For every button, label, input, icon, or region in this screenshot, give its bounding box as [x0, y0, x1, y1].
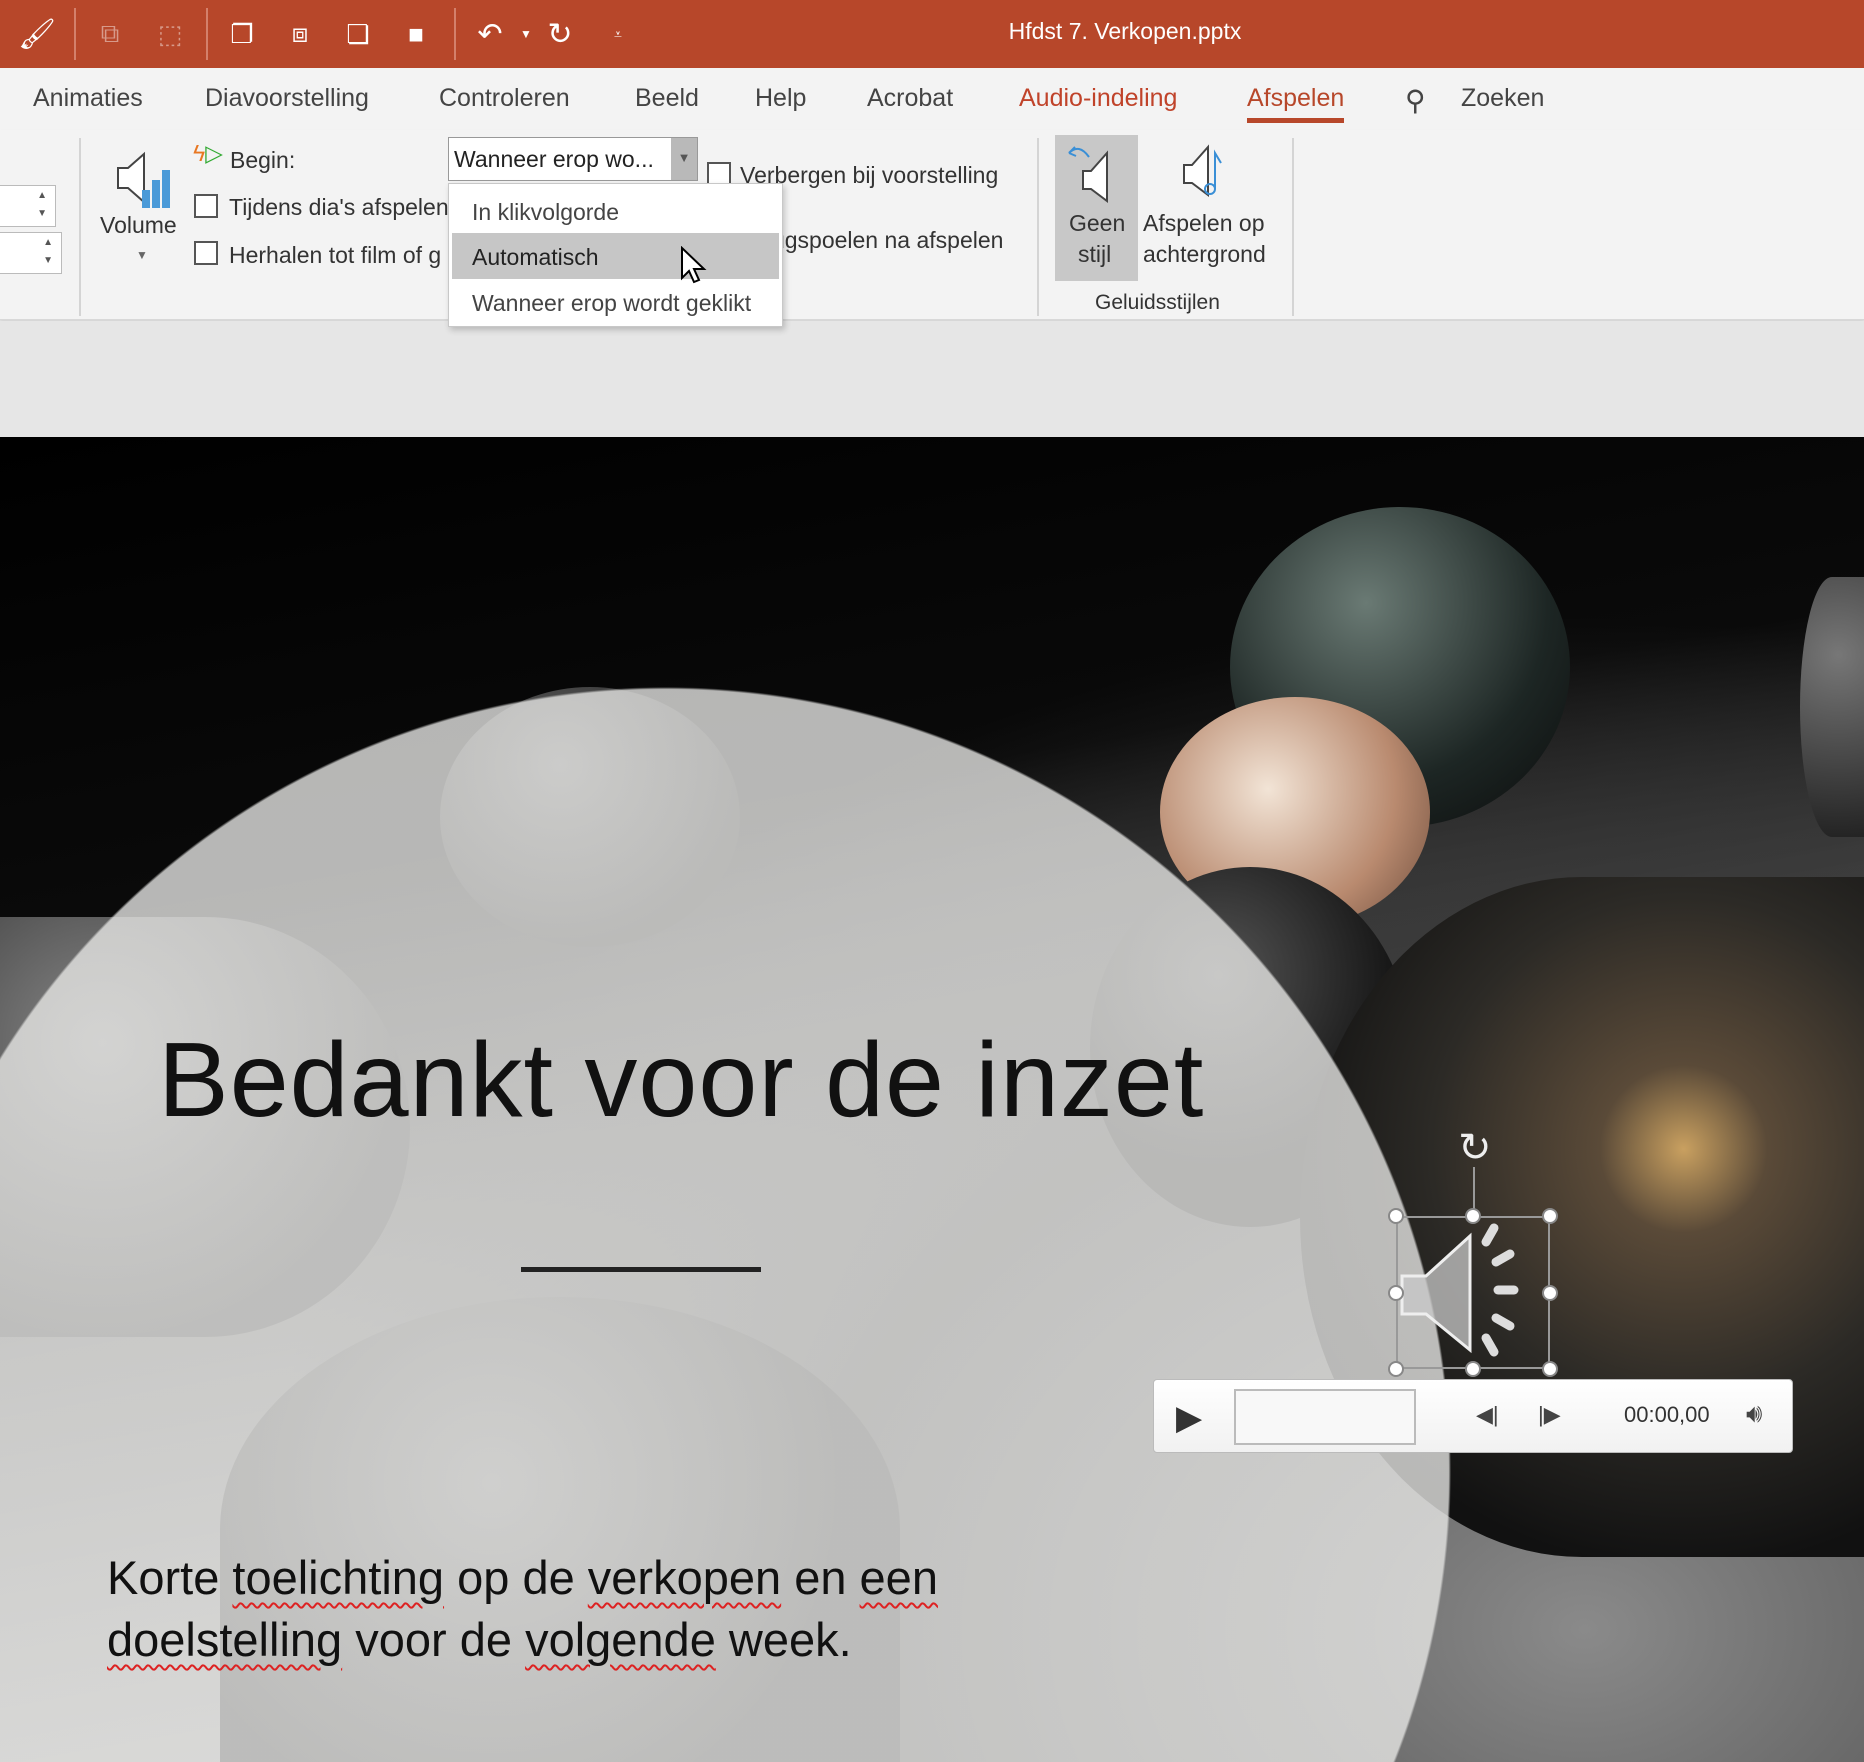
loop-label[interactable]: Herhalen tot film of g — [229, 242, 441, 269]
ribbon: ▲ ▼ ▲ ▼ Volume ▼ ϟ▷ Begin: Tijdens dia's a… — [0, 130, 1864, 320]
tab-audio-indeling[interactable]: Audio-indeling — [1019, 84, 1177, 113]
body-word: voor de — [342, 1613, 526, 1666]
play-across-slides-label[interactable]: Tijdens dia's afspelen — [229, 194, 449, 221]
divider — [1292, 138, 1294, 316]
resize-handle[interactable] — [1542, 1208, 1558, 1224]
audio-progress-bar[interactable] — [1234, 1389, 1416, 1445]
resize-handle[interactable] — [1542, 1361, 1558, 1377]
resize-handle[interactable] — [1465, 1208, 1481, 1224]
tab-afspelen[interactable]: Afspelen — [1247, 84, 1345, 123]
resize-handle[interactable] — [1542, 1285, 1558, 1301]
search-icon[interactable]: ⚲ — [1405, 84, 1426, 117]
play-in-background-icon — [1183, 144, 1222, 197]
volume-button[interactable] — [114, 146, 178, 215]
chevron-down-icon[interactable]: ▼ — [671, 138, 697, 180]
skip-forward-icon[interactable]: |▶ — [1538, 1402, 1561, 1428]
no-style-label-1: Geen — [1069, 210, 1126, 236]
speaker-volume-icon[interactable]: 🔊︎ — [1746, 1398, 1762, 1430]
body-word: Korte — [107, 1551, 233, 1604]
play-icon[interactable]: ▶ — [1176, 1398, 1202, 1438]
resize-handle[interactable] — [1465, 1361, 1481, 1377]
tab-beeld[interactable]: Beeld — [635, 84, 699, 113]
fade-in-spinner[interactable]: ▲ ▼ — [0, 185, 56, 227]
mouse-cursor-icon — [681, 246, 707, 284]
begin-combobox-value: Wanneer erop wo... — [454, 146, 654, 172]
title-divider-line — [521, 1267, 761, 1272]
resize-handle[interactable] — [1388, 1285, 1404, 1301]
canvas-background — [0, 321, 1864, 437]
begin-label: Begin: — [230, 147, 296, 173]
play-in-background-label-1: Afspelen op — [1143, 210, 1265, 236]
option-in-klikvolgorde[interactable]: In klikvolgorde — [452, 188, 779, 234]
play-across-slides-checkbox[interactable] — [194, 194, 218, 218]
no-style-label-2: stijl — [1078, 241, 1112, 267]
misspelled-word: toelichting — [232, 1551, 445, 1604]
option-wanneer-erop-wordt-geklikt[interactable]: Wanneer erop wordt geklikt — [452, 279, 779, 325]
window-title: Hfdst 7. Verkopen.pptx — [1008, 18, 1242, 44]
misspelled-word: doelstelling — [107, 1613, 343, 1666]
tab-controleren[interactable]: Controleren — [439, 84, 570, 113]
slide-title[interactable]: Bedankt voor de inzet — [158, 1020, 1204, 1141]
body-word: en — [781, 1551, 860, 1604]
resize-handle[interactable] — [1388, 1208, 1404, 1224]
resize-handle[interactable] — [1388, 1361, 1404, 1377]
loop-checkbox[interactable] — [194, 241, 218, 265]
begin-dropdown-list: In klikvolgorde Automatisch Wanneer erop… — [448, 183, 783, 327]
divider — [79, 138, 81, 316]
slide: Bedankt voor de inzet Korte toelichting … — [0, 437, 1864, 1762]
misspelled-word: een — [859, 1551, 938, 1604]
audio-player-bar: ▶ ◀| |▶ 00:00,00 🔊︎ — [1153, 1379, 1793, 1453]
tab-help[interactable]: Help — [755, 84, 806, 113]
body-word: week. — [715, 1613, 852, 1666]
tab-diavoorstelling[interactable]: Diavoorstelling — [205, 84, 369, 113]
play-in-background-button[interactable]: Afspelen op achtergrond — [1140, 135, 1275, 281]
skip-back-icon[interactable]: ◀| — [1476, 1402, 1499, 1428]
chevron-down-icon[interactable]: ▼ — [136, 248, 148, 262]
misspelled-word: verkopen — [587, 1551, 782, 1604]
fade-out-spinner[interactable]: ▲ ▼ — [0, 232, 62, 274]
slide-body-text[interactable]: Korte toelichting op de verkopen en een … — [107, 1547, 938, 1671]
volume-icon — [117, 151, 170, 208]
misspelled-word: volgende — [525, 1613, 716, 1666]
tab-acrobat[interactable]: Acrobat — [867, 84, 953, 113]
play-in-background-label-2: achtergrond — [1143, 241, 1266, 267]
search-label[interactable]: Zoeken — [1461, 84, 1544, 113]
no-style-button[interactable]: Geen stijl — [1055, 135, 1138, 281]
volume-label[interactable]: Volume — [100, 212, 177, 239]
group-label-geluidsstijlen: Geluidsstijlen — [1095, 291, 1220, 314]
option-automatisch[interactable]: Automatisch — [452, 233, 779, 279]
audio-time: 00:00,00 — [1624, 1402, 1710, 1427]
body-word: op de — [444, 1551, 588, 1604]
start-icon: ϟ▷ — [193, 140, 223, 166]
rotate-handle-icon[interactable]: ↻ — [1458, 1125, 1492, 1171]
begin-combobox[interactable]: Wanneer erop wo... ▼ — [448, 137, 698, 181]
title-bar: 🖌 ⧉ ⬚ ❐ ⧈ ❏ ■ ↶ ▼ ↻ ⩡ Hfdst 7. Verkopen.… — [0, 0, 1864, 68]
ribbon-tabs: Animaties Diavoorstelling Controleren Be… — [0, 68, 1864, 130]
speaker-icon — [1400, 1223, 1519, 1357]
tab-animaties[interactable]: Animaties — [33, 84, 143, 113]
divider — [1037, 138, 1039, 316]
no-style-icon — [1068, 146, 1108, 203]
audio-object-selection[interactable] — [1396, 1216, 1550, 1369]
